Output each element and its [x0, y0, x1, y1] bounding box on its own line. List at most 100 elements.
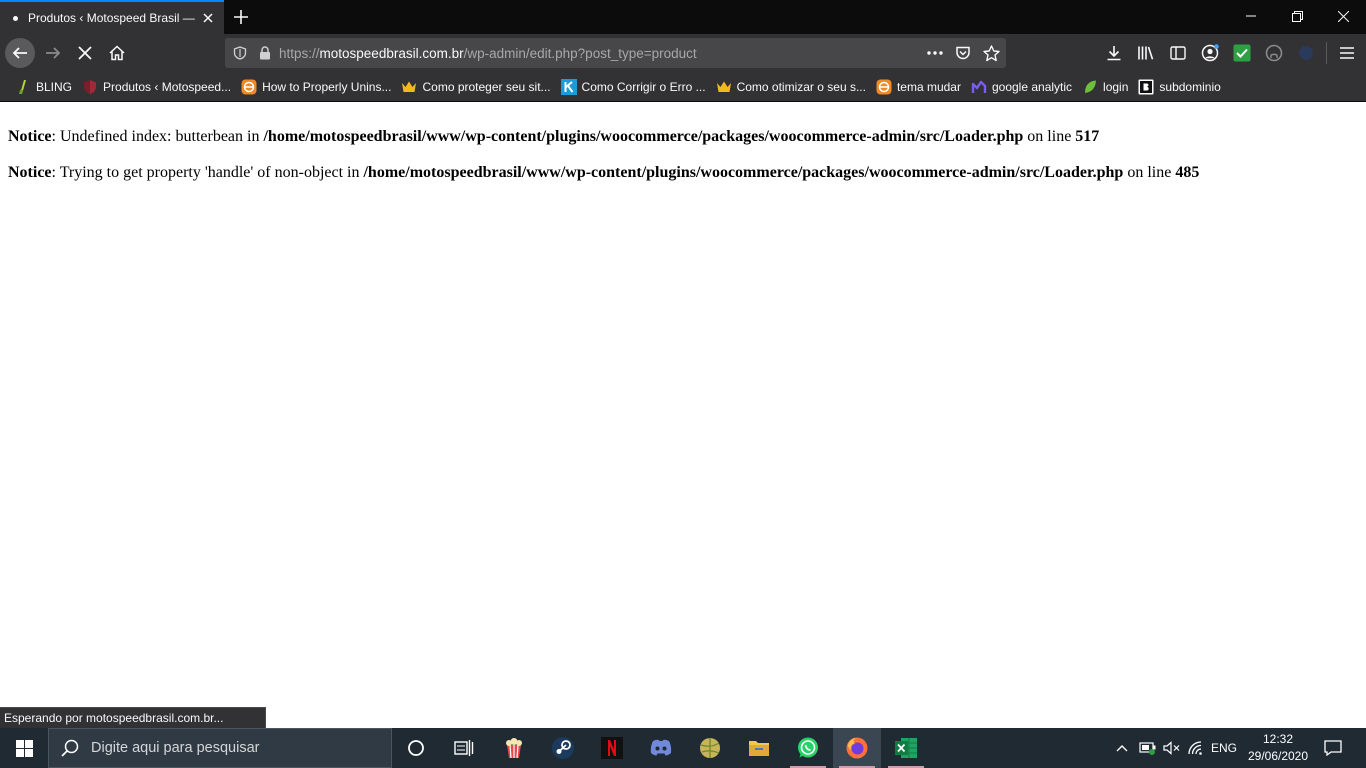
- arrow-left-icon: [12, 47, 27, 59]
- minimize-icon: [1246, 15, 1256, 17]
- restore-icon: [1291, 10, 1303, 22]
- windows-taskbar: Digite aqui para pesquisar ENG 12:32 29/…: [0, 728, 1366, 768]
- bookmark-bling[interactable]: BLING: [10, 75, 77, 99]
- taskbar-app-steam[interactable]: [539, 728, 587, 768]
- extension-github-button[interactable]: [1263, 42, 1285, 64]
- restore-button[interactable]: [1274, 0, 1320, 32]
- cortana-button[interactable]: [392, 728, 440, 768]
- notice-line-number: 517: [1075, 128, 1100, 145]
- bookmark-label: tema mudar: [896, 79, 961, 94]
- close-icon: [203, 13, 213, 23]
- library-icon: [1138, 46, 1154, 60]
- back-button[interactable]: [5, 38, 35, 68]
- wpbeginner-icon: [241, 79, 257, 95]
- tracking-shield-icon[interactable]: [233, 46, 247, 60]
- tab-strip: Produtos ‹ Motospeed Brasil —: [0, 0, 1366, 34]
- menu-button[interactable]: [1336, 42, 1358, 64]
- bookmark-como-corrigir[interactable]: Como Corrigir o Erro ...: [556, 75, 711, 99]
- windows-icon: [15, 739, 33, 757]
- firefox-icon: [846, 737, 868, 759]
- crown-icon: [401, 79, 417, 95]
- bookmark-como-proteger[interactable]: Como proteger seu sit...: [396, 75, 555, 99]
- hamburger-icon: [1340, 47, 1354, 59]
- action-center-icon: [1324, 740, 1342, 756]
- home-button[interactable]: [102, 38, 132, 68]
- bookmark-star-icon[interactable]: [983, 44, 1000, 62]
- start-button[interactable]: [0, 728, 48, 768]
- battery-charging-icon: [1139, 742, 1156, 755]
- notice-label: Notice: [8, 128, 52, 145]
- pocket-icon[interactable]: [955, 45, 971, 61]
- bookmark-label: login: [1103, 79, 1129, 94]
- notice-line-number: 485: [1175, 164, 1200, 181]
- taskbar-clock[interactable]: 12:32 29/06/2020: [1242, 731, 1314, 765]
- bookmark-como-otimizar[interactable]: Como otimizar o seu s...: [711, 75, 871, 99]
- notice-message: : Undefined index: butterbean in: [51, 128, 264, 145]
- url-scheme: https://: [279, 45, 320, 61]
- bookmark-label: How to Properly Unins...: [262, 79, 392, 94]
- taskbar-app-excel[interactable]: [882, 728, 930, 768]
- account-button[interactable]: [1199, 42, 1221, 64]
- search-placeholder: Digite aqui para pesquisar: [91, 740, 260, 756]
- php-notice: Notice: Trying to get property 'handle' …: [8, 164, 1199, 182]
- close-window-button[interactable]: [1320, 0, 1366, 32]
- taskbar-app-popcorn[interactable]: [490, 728, 538, 768]
- taskbar-app-whatsapp[interactable]: [784, 728, 832, 768]
- navigation-toolbar: https://motospeedbrasil.com.br/wp-admin/…: [0, 34, 1366, 72]
- battery-button[interactable]: [1136, 728, 1160, 768]
- bookmark-label: BLING: [36, 79, 73, 94]
- taskbar-app-discord[interactable]: [637, 728, 685, 768]
- bookmark-subdominio[interactable]: subdominio: [1133, 75, 1225, 99]
- wpbeginner-icon: [876, 79, 892, 95]
- plus-icon: [234, 10, 248, 24]
- url-text[interactable]: https://motospeedbrasil.com.br/wp-admin/…: [279, 46, 697, 61]
- folder-icon: [749, 741, 769, 756]
- sidebar-button[interactable]: [1167, 42, 1189, 64]
- chevron-up-icon: [1116, 745, 1128, 752]
- bookmark-tema-mudar[interactable]: tema mudar: [871, 75, 966, 99]
- extension-dark-button[interactable]: [1295, 42, 1317, 64]
- taskbar-app-firefox[interactable]: [833, 728, 881, 768]
- ball-icon: [700, 738, 720, 758]
- home-icon: [109, 45, 125, 61]
- show-hidden-icons-button[interactable]: [1112, 728, 1132, 768]
- address-bar[interactable]: https://motospeedbrasil.com.br/wp-admin/…: [225, 38, 1006, 68]
- bookmark-how-to-uninstall[interactable]: How to Properly Unins...: [236, 75, 396, 99]
- stop-button[interactable]: [70, 38, 100, 68]
- page-actions-icon[interactable]: [927, 51, 943, 55]
- taskbar-app-netflix[interactable]: [588, 728, 636, 768]
- lock-icon[interactable]: [259, 46, 271, 60]
- tab-active[interactable]: Produtos ‹ Motospeed Brasil —: [0, 0, 224, 34]
- taskbar-search[interactable]: Digite aqui para pesquisar: [48, 728, 392, 768]
- task-view-icon: [454, 740, 474, 756]
- minimize-button[interactable]: [1228, 0, 1274, 32]
- tab-close-button[interactable]: [196, 6, 220, 30]
- check-extension-icon: [1233, 44, 1251, 62]
- page-content: Notice: Undefined index: butterbean in /…: [0, 102, 1366, 728]
- bookmark-label: subdominio: [1159, 79, 1221, 94]
- language-indicator[interactable]: ENG: [1208, 728, 1240, 768]
- taskbar-app-explorer[interactable]: [735, 728, 783, 768]
- status-bar: Esperando por motospeedbrasil.com.br...: [0, 707, 266, 728]
- extension-check-button[interactable]: [1231, 42, 1253, 64]
- taskbar-app-ball[interactable]: [686, 728, 734, 768]
- forward-button[interactable]: [38, 38, 68, 68]
- downloads-button[interactable]: [1103, 42, 1125, 64]
- bookmark-login[interactable]: login: [1077, 75, 1133, 99]
- bookmark-google-analytic[interactable]: google analytic: [966, 75, 1077, 99]
- excel-icon: [895, 738, 917, 758]
- bookmark-produtos[interactable]: Produtos ‹ Motospeed...: [77, 75, 236, 99]
- network-button[interactable]: [1185, 728, 1209, 768]
- notice-line-text: on line: [1123, 164, 1176, 181]
- library-button[interactable]: [1135, 42, 1157, 64]
- account-icon: [1201, 44, 1219, 62]
- new-tab-button[interactable]: [228, 4, 254, 30]
- volume-button[interactable]: [1160, 728, 1184, 768]
- url-path: /wp-admin/edit.php?post_type=product: [463, 45, 697, 61]
- task-view-button[interactable]: [440, 728, 488, 768]
- cortana-icon: [408, 740, 424, 756]
- bookmark-label: Produtos ‹ Motospeed...: [103, 79, 232, 94]
- php-notice: Notice: Undefined index: butterbean in /…: [8, 128, 1099, 146]
- github-icon: [1265, 44, 1283, 62]
- notifications-button[interactable]: [1318, 728, 1348, 768]
